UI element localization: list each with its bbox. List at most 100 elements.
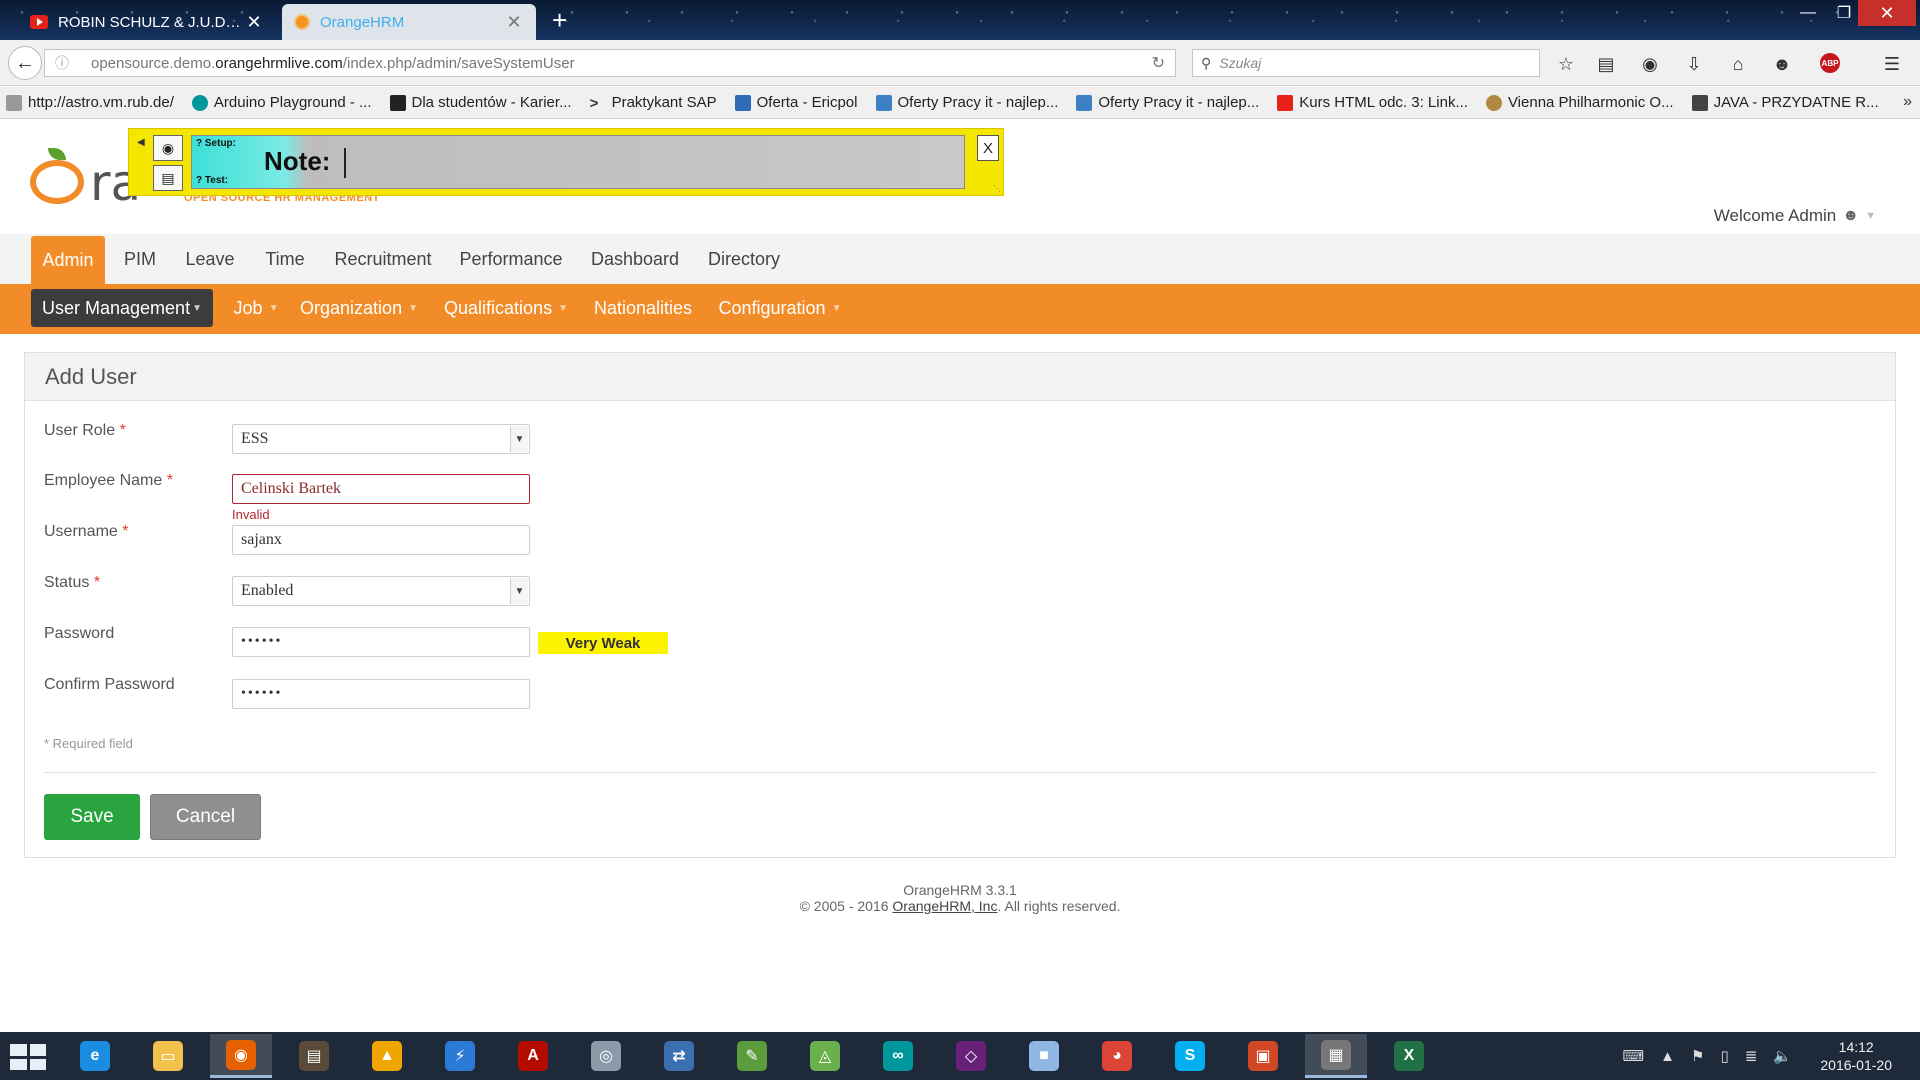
taskbar-app-skype[interactable]: S bbox=[1159, 1034, 1221, 1078]
collapse-arrow-icon[interactable]: ◀ bbox=[137, 137, 145, 148]
notepad-icon[interactable]: ▤ bbox=[153, 165, 183, 191]
menu-leave[interactable]: Leave bbox=[177, 234, 243, 284]
back-arrow-icon[interactable]: ← bbox=[8, 46, 42, 80]
chevron-up-icon[interactable]: ▲ bbox=[1660, 1048, 1675, 1065]
home-icon[interactable]: ⌂ bbox=[1726, 52, 1750, 76]
taskbar-app-app-6[interactable]: ⚡ bbox=[429, 1034, 491, 1078]
confirm-password-input[interactable]: •••••• bbox=[232, 679, 530, 709]
windows-taskbar: e ▭ ◉ ▤ ▲ ⚡ A ◎ ⇄ ✎ ◬ ∞ ◇ ■ ◕ S ▣ ▦ X ⌨ ▲ ⚑ ▯ ≣ 🔈 14:12 20… bbox=[0, 1032, 1920, 1080]
menu-icon[interactable]: ☰ bbox=[1880, 52, 1904, 76]
company-link[interactable]: OrangeHRM, Inc bbox=[892, 898, 997, 914]
menu-pim[interactable]: PIM bbox=[115, 234, 165, 284]
bookmark-item[interactable]: Oferta - Ericpol bbox=[734, 94, 858, 111]
taskbar-app-app-10[interactable]: ✎ bbox=[721, 1034, 783, 1078]
menu-dashboard[interactable]: Dashboard bbox=[584, 234, 686, 284]
taskbar-app-app-14[interactable]: ■ bbox=[1013, 1034, 1075, 1078]
menu-directory[interactable]: Directory bbox=[702, 234, 786, 284]
new-tab-button[interactable]: + bbox=[552, 6, 567, 34]
tab-close-icon[interactable]: ✕ bbox=[244, 12, 264, 33]
tab-youtube[interactable]: ROBIN SCHULZ & J.U.D.G... ✕ bbox=[18, 4, 276, 40]
keyboard-icon[interactable]: ⌨ bbox=[1623, 1047, 1645, 1065]
text-cursor bbox=[344, 148, 346, 178]
note-close-button[interactable]: X bbox=[977, 135, 999, 161]
reading-list-icon[interactable]: ▤ bbox=[1594, 52, 1618, 76]
bookmark-item[interactable]: Arduino Playground - ... bbox=[191, 94, 372, 111]
note-input[interactable]: ? Setup: ? Test: Note: bbox=[191, 135, 965, 189]
menu-time[interactable]: Time bbox=[258, 234, 312, 284]
taskbar-app-visual-studio[interactable]: ◇ bbox=[940, 1034, 1002, 1078]
tab-close-icon[interactable]: ✕ bbox=[504, 12, 524, 33]
bookmark-label: http://astro.vm.rub.de/ bbox=[28, 94, 174, 111]
menu-performance[interactable]: Performance bbox=[454, 234, 568, 284]
taskbar-app-app-9[interactable]: ⇄ bbox=[648, 1034, 710, 1078]
bookmark-item[interactable]: JAVA - PRZYDATNE R... bbox=[1691, 94, 1879, 111]
bookmark-item[interactable]: Oferty Pracy it - najlep... bbox=[1076, 94, 1259, 111]
save-button[interactable]: Save bbox=[44, 794, 140, 840]
site-info-icon[interactable]: ⓘ bbox=[55, 53, 77, 73]
taskbar-app-app-18[interactable]: ▦ bbox=[1305, 1034, 1367, 1078]
taskbar-app-arduino[interactable]: ∞ bbox=[867, 1034, 929, 1078]
bookmark-item[interactable]: > Praktykant SAP bbox=[589, 94, 717, 112]
bookmark-item[interactable]: Dla studentów - Karier... bbox=[389, 94, 572, 111]
tab-orangehrm[interactable]: OrangeHRM ✕ bbox=[282, 4, 536, 40]
taskbar-app-app-5[interactable]: ▲ bbox=[356, 1034, 418, 1078]
chevron-right-icon: > bbox=[589, 94, 599, 112]
camera-icon[interactable]: ◉ bbox=[153, 135, 183, 161]
submenu-qualifications[interactable]: Qualifications ▼ bbox=[442, 289, 570, 327]
taskbar-app-app-17[interactable]: ▣ bbox=[1232, 1034, 1294, 1078]
menu-recruitment[interactable]: Recruitment bbox=[327, 234, 439, 284]
taskbar-app-internet-explorer[interactable]: e bbox=[64, 1034, 126, 1078]
password-input[interactable]: •••••• bbox=[232, 627, 530, 657]
adblock-icon[interactable]: ABP bbox=[1820, 53, 1840, 73]
required-star: * bbox=[119, 422, 126, 439]
url-bar[interactable]: ⓘ opensource.demo. orangehrmlive.com/inde… bbox=[44, 49, 1176, 77]
bookmark-item[interactable]: Oferty Pracy it - najlep... bbox=[875, 94, 1058, 111]
window-close-button[interactable]: ✕ bbox=[1858, 0, 1916, 26]
pocket-icon[interactable]: ◉ bbox=[1638, 52, 1662, 76]
submenu-configuration[interactable]: Configuration ▼ bbox=[716, 289, 844, 327]
taskbar-app-android-studio[interactable]: ◬ bbox=[794, 1034, 856, 1078]
bookmark-item[interactable]: Kurs HTML odc. 3: Link... bbox=[1277, 94, 1468, 111]
taskbar-app-app-4[interactable]: ▤ bbox=[283, 1034, 345, 1078]
hello-chat-icon[interactable]: ☻ bbox=[1770, 52, 1794, 76]
label-text: User Role bbox=[44, 422, 116, 439]
resize-grip-icon[interactable]: ⋱ bbox=[993, 184, 1001, 193]
menu-admin[interactable]: Admin bbox=[31, 236, 105, 284]
url-prefix: opensource.demo. bbox=[91, 54, 216, 72]
taskbar-app-file-explorer[interactable]: ▭ bbox=[137, 1034, 199, 1078]
submenu-organization[interactable]: Organization ▼ bbox=[298, 289, 420, 327]
cancel-button[interactable]: Cancel bbox=[150, 794, 261, 840]
download-icon[interactable]: ⇩ bbox=[1682, 52, 1706, 76]
welcome-menu[interactable]: Welcome Admin ☻ ▼ bbox=[1714, 206, 1876, 226]
volume-icon[interactable]: 🔈 bbox=[1773, 1047, 1792, 1065]
battery-icon[interactable]: ▯ bbox=[1720, 1047, 1728, 1065]
taskbar-app-chrome[interactable]: ◕ bbox=[1086, 1034, 1148, 1078]
taskbar-app-acrobat[interactable]: A bbox=[502, 1034, 564, 1078]
employee-name-input[interactable]: Celinski Bartek bbox=[232, 474, 530, 504]
search-input[interactable]: ⚲ Szukaj bbox=[1192, 49, 1540, 77]
taskbar-app-app-8[interactable]: ◎ bbox=[575, 1034, 637, 1078]
taskbar-clock[interactable]: 14:12 2016-01-20 bbox=[1820, 1038, 1892, 1074]
label-text: Status bbox=[44, 574, 90, 591]
username-input[interactable]: sajanx bbox=[232, 525, 530, 555]
flag-icon[interactable]: ⚑ bbox=[1691, 1047, 1704, 1065]
taskbar-app-firefox[interactable]: ◉ bbox=[210, 1034, 272, 1078]
bookmarks-overflow-icon[interactable]: » bbox=[1903, 93, 1912, 111]
submenu-user-management[interactable]: User Management ▼ bbox=[31, 289, 213, 327]
bookmark-item[interactable]: Vienna Philharmonic O... bbox=[1485, 94, 1674, 111]
internet-explorer-icon: e bbox=[80, 1041, 110, 1071]
windows-start-icon[interactable] bbox=[10, 1044, 46, 1070]
bookmark-item[interactable]: http://astro.vm.rub.de/ bbox=[6, 94, 174, 111]
reload-icon[interactable]: ↻ bbox=[1152, 53, 1165, 73]
app-17-icon: ▣ bbox=[1248, 1041, 1278, 1071]
status-label: Status * bbox=[44, 574, 100, 592]
taskbar-app-excel[interactable]: X bbox=[1378, 1034, 1440, 1078]
status-select[interactable]: Enabled ▼ bbox=[232, 576, 530, 606]
submenu-nationalities[interactable]: Nationalities bbox=[591, 289, 695, 327]
bookmark-star-icon[interactable]: ☆ bbox=[1554, 52, 1578, 76]
submenu-job[interactable]: Job ▼ bbox=[226, 289, 286, 327]
search-icon: ⚲ bbox=[1201, 54, 1212, 71]
browser-navbar: ← ⓘ opensource.demo. orangehrmlive.com/in… bbox=[0, 40, 1920, 86]
network-icon[interactable]: ≣ bbox=[1745, 1047, 1758, 1065]
user-role-select[interactable]: ESS ▼ bbox=[232, 424, 530, 454]
